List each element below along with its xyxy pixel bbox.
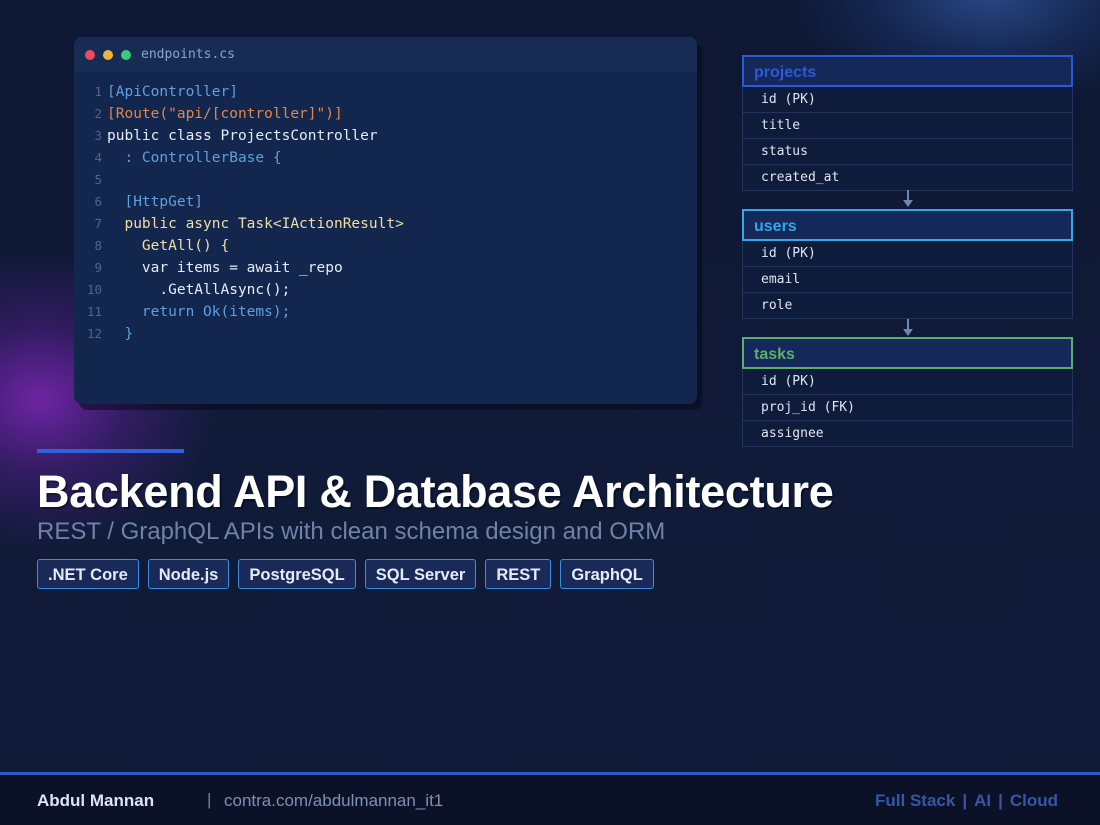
code-text: : ControllerBase {: [107, 150, 282, 166]
tech-tag: Node.js: [147, 559, 230, 589]
specialty-label: AI: [974, 791, 992, 810]
line-number: 10: [86, 282, 102, 297]
code-line: 8 GetAll() {: [74, 235, 697, 257]
schema-table-header: projects: [742, 55, 1073, 87]
code-text: .GetAllAsync();: [107, 282, 291, 298]
close-dot-icon: [85, 49, 95, 60]
line-number: 2: [94, 106, 102, 121]
schema-field: created_at: [742, 165, 1073, 191]
code-text: GetAll() {: [107, 238, 230, 254]
code-line: 12 }: [74, 323, 697, 345]
code-line: 5: [74, 169, 697, 191]
line-number: 8: [94, 238, 102, 253]
schema-table-users: users id (PK) email role: [742, 209, 1073, 319]
code-text: [HttpGet]: [107, 194, 204, 210]
code-line: 2 [Route("api/[controller]")]: [74, 103, 697, 125]
line-number: 1: [94, 84, 102, 99]
tech-tag: REST: [485, 559, 552, 589]
schema-field: id (PK): [742, 369, 1073, 395]
line-number: 5: [94, 172, 102, 187]
line-number: 9: [94, 260, 102, 275]
tech-tags: .NET Core Node.js PostgreSQL SQL Server REST…: [37, 559, 663, 589]
code-line: 1 [ApiController]: [74, 81, 697, 103]
schema-field: proj_id (FK): [742, 395, 1073, 421]
tech-tag: .NET Core: [37, 559, 139, 589]
line-number: 11: [86, 304, 102, 319]
relation-arrow-icon: [903, 319, 913, 337]
line-number: 12: [86, 326, 102, 341]
tech-tag: PostgreSQL: [238, 559, 356, 589]
schema-field: email: [742, 267, 1073, 293]
code-text: [Route("api/[controller]")]: [107, 106, 343, 122]
maximize-dot-icon: [121, 49, 131, 60]
schema-field: id (PK): [742, 241, 1073, 267]
page-subtitle: REST / GraphQL APIs with clean schema de…: [37, 518, 666, 545]
specialty-separator: |: [962, 791, 968, 810]
code-text: public async Task<IActionResult>: [107, 216, 404, 232]
tech-tag: SQL Server: [364, 559, 477, 589]
profile-link[interactable]: contra.com/abdulmannan_it1: [224, 791, 443, 811]
footer-separator: |: [207, 790, 212, 809]
specialty-label: Full Stack: [875, 791, 956, 810]
code-line: 3 public class ProjectsController: [74, 125, 697, 147]
line-number: 4: [94, 150, 102, 165]
code-text: return Ok(items);: [107, 304, 291, 320]
footer-specialties: Full Stack | AI | Cloud: [875, 791, 1058, 811]
schema-field: id (PK): [742, 87, 1073, 113]
line-number: 3: [94, 128, 102, 143]
schema-table-header: users: [742, 209, 1073, 241]
code-line: 10 .GetAllAsync();: [74, 279, 697, 301]
schema-field: assignee: [742, 421, 1073, 447]
code-line: 11 return Ok(items);: [74, 301, 697, 323]
code-line: 7 public async Task<IActionResult>: [74, 213, 697, 235]
code-line: 9 var items = await _repo: [74, 257, 697, 279]
code-window-titlebar: endpoints.cs: [74, 37, 697, 72]
code-line: 6 [HttpGet]: [74, 191, 697, 213]
schema-table-tasks: tasks id (PK) proj_id (FK) assignee: [742, 337, 1073, 447]
page-title: Backend API & Database Architecture: [37, 466, 834, 517]
specialty-separator: |: [998, 791, 1003, 810]
schema-table-header: tasks: [742, 337, 1073, 369]
line-number: 7: [94, 216, 102, 231]
schema-table-projects: projects id (PK) title status created_at: [742, 55, 1073, 191]
line-number: 6: [94, 194, 102, 209]
code-text: [ApiController]: [107, 84, 238, 100]
code-text: var items = await _repo: [107, 260, 343, 276]
code-text: }: [107, 326, 134, 342]
tech-tag: GraphQL: [560, 559, 654, 589]
code-text: public class ProjectsController: [107, 128, 378, 144]
author-name: Abdul Mannan: [37, 791, 155, 810]
footer: Abdul Mannan | contra.com/abdulmannan_it…: [0, 772, 1100, 825]
code-line: 4 : ControllerBase {: [74, 147, 697, 169]
file-name: endpoints.cs: [141, 47, 235, 62]
relation-arrow-icon: [903, 190, 913, 208]
accent-bar: [37, 449, 184, 453]
minimize-dot-icon: [103, 49, 113, 60]
code-body: 1 [ApiController] 2 [Route("api/[controller…: [74, 72, 697, 345]
schema-field: status: [742, 139, 1073, 165]
schema-field: role: [742, 293, 1073, 319]
schema-field: title: [742, 113, 1073, 139]
code-window: endpoints.cs 1 [ApiController] 2 [Route("ap…: [74, 37, 697, 404]
specialty-label: Cloud: [1009, 791, 1058, 810]
